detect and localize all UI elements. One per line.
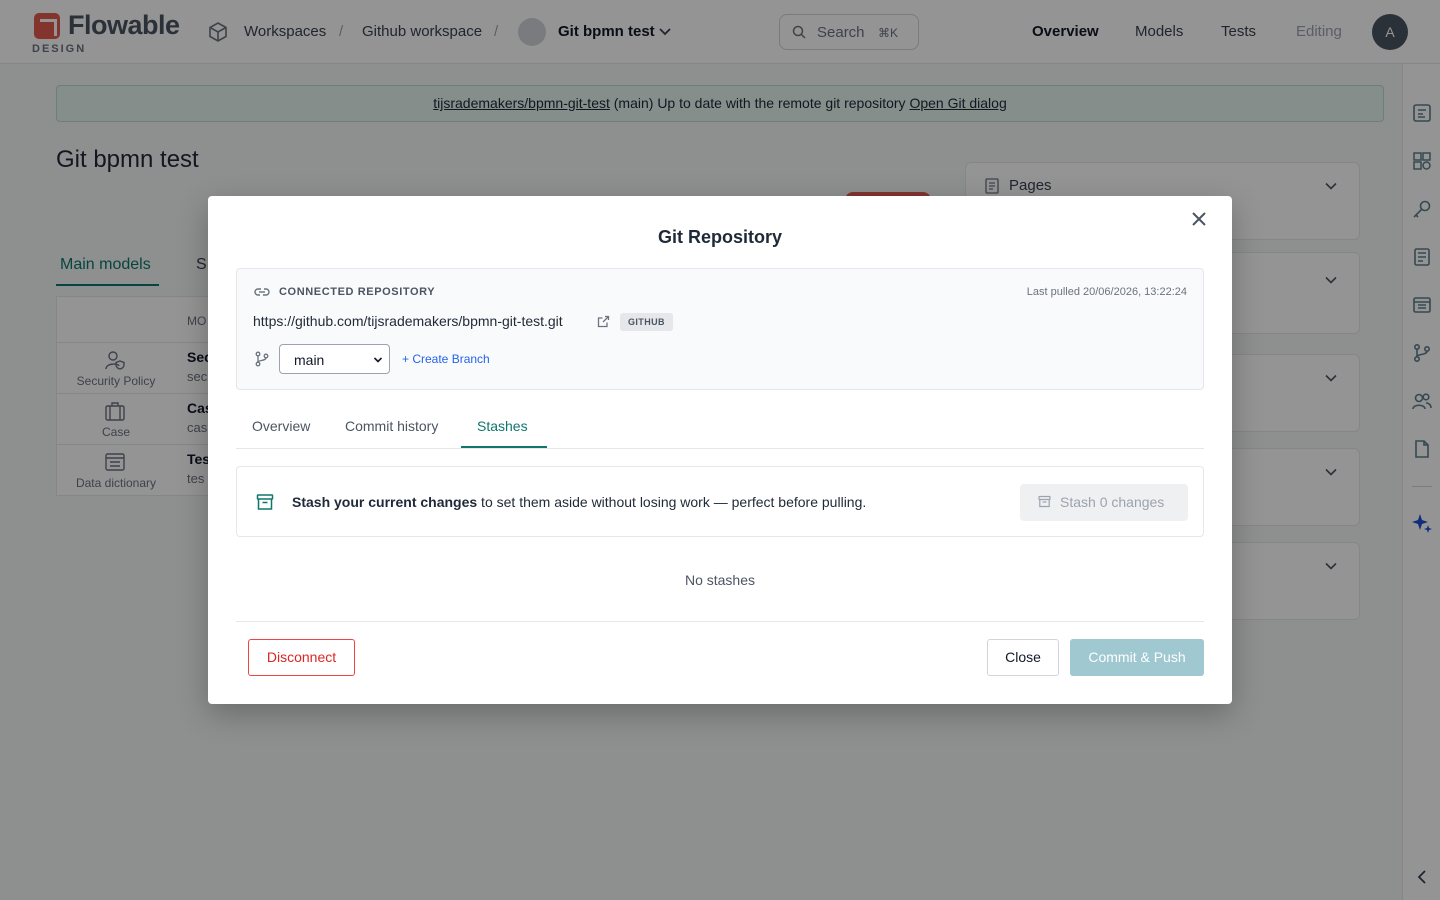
git-repository-dialog: Git Repository CONNECTED REPOSITORY Last…: [208, 196, 1232, 704]
tab-commit-history[interactable]: Commit history: [345, 418, 438, 434]
commit-and-push-button[interactable]: Commit & Push: [1070, 639, 1204, 676]
stash-description: Stash your current changes to set them a…: [292, 494, 866, 510]
link-icon: [254, 288, 270, 296]
disconnect-button[interactable]: Disconnect: [248, 639, 355, 676]
close-button[interactable]: Close: [987, 639, 1059, 676]
provider-badge: GITHUB: [620, 313, 673, 331]
connected-repository-panel: CONNECTED REPOSITORY Last pulled 20/06/2…: [236, 268, 1204, 390]
stash-description-bold: Stash your current changes: [292, 494, 478, 510]
branch-select-value: main: [294, 352, 325, 368]
footer-divider: [236, 621, 1204, 622]
archive-icon: [1038, 495, 1051, 508]
dialog-tabs: Overview Commit history Stashes: [236, 404, 1204, 449]
connected-repository-heading: CONNECTED REPOSITORY: [279, 286, 436, 298]
stash-description-rest: to set them aside without losing work — …: [477, 494, 867, 510]
external-link-icon[interactable]: [597, 315, 610, 328]
dialog-title: Git Repository: [657, 227, 782, 247]
stash-changes-button-label: Stash 0 changes: [1060, 494, 1165, 510]
create-branch-link[interactable]: + Create Branch: [402, 352, 490, 366]
tab-active-indicator: [461, 446, 547, 448]
archive-icon: [256, 494, 274, 510]
git-branch-icon: [255, 351, 269, 367]
chevron-down-icon: [373, 357, 383, 363]
empty-stashes-message: No stashes: [684, 572, 756, 588]
last-pulled-timestamp: Last pulled 20/06/2026, 13:22:24: [1026, 286, 1187, 298]
stash-changes-button[interactable]: Stash 0 changes: [1020, 484, 1188, 521]
tab-overview[interactable]: Overview: [252, 418, 310, 434]
repository-url: https://github.com/tijsrademakers/bpmn-g…: [253, 313, 563, 329]
tab-stashes[interactable]: Stashes: [477, 418, 528, 434]
stash-changes-panel: Stash your current changes to set them a…: [236, 466, 1204, 537]
close-icon[interactable]: [1190, 210, 1208, 228]
branch-select[interactable]: main: [279, 344, 390, 374]
